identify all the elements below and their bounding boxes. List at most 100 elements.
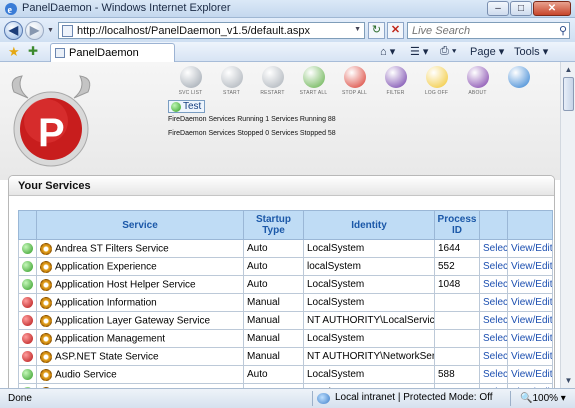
stop-button[interactable]: ✕ — [387, 22, 404, 39]
service-name: Audio Service — [55, 369, 117, 380]
select-link[interactable]: Select — [479, 311, 508, 330]
view-edit-link-label[interactable]: View/Edit — [511, 315, 552, 326]
select-link[interactable]: Select — [479, 329, 508, 348]
home-icon[interactable]: ⌂ ▾ — [380, 45, 395, 58]
server-test-link[interactable]: Test — [168, 100, 206, 113]
print-icon[interactable]: ⎙ ▾ — [440, 45, 456, 58]
filter-icon — [384, 66, 407, 88]
startup-type: Manual — [243, 293, 304, 312]
process-id — [434, 347, 480, 366]
tab-paneldaemon[interactable]: PanelDaemon — [50, 43, 175, 62]
restart-button[interactable]: RESTART — [252, 66, 293, 96]
status-running-icon — [22, 278, 33, 290]
view-edit-link[interactable]: View/Edit — [507, 365, 553, 384]
select-link-label[interactable]: Select — [483, 333, 507, 344]
stats-running: FireDaemon Services Running 1 Services R… — [168, 116, 336, 123]
maximize-button[interactable]: □ — [510, 1, 532, 16]
select-link-label[interactable]: Select — [483, 297, 507, 308]
select-link-label[interactable]: Select — [483, 369, 507, 380]
select-link[interactable]: Select — [479, 257, 508, 276]
favorites-star-icon[interactable]: ★ — [8, 44, 20, 60]
tools-menu[interactable]: Tools ▾ — [514, 45, 548, 58]
select-link[interactable]: Select — [479, 365, 508, 384]
view-edit-link[interactable]: View/Edit — [507, 311, 553, 330]
view-edit-link[interactable]: View/Edit — [507, 239, 553, 258]
scroll-up-icon[interactable]: ▲ — [562, 63, 575, 76]
service-cell: Application Information — [36, 293, 244, 312]
select-link[interactable]: Select — [479, 239, 508, 258]
column-header-identity[interactable]: Identity — [303, 210, 435, 240]
view-edit-link-label[interactable]: View/Edit — [511, 243, 552, 254]
startup-type: Manual — [243, 329, 304, 348]
chevron-down-icon[interactable]: ▼ — [354, 26, 361, 33]
identity: LocalSystem — [303, 275, 435, 294]
view-edit-link[interactable]: View/Edit — [507, 293, 553, 312]
feeds-icon[interactable]: ☰ ▾ — [410, 45, 428, 58]
filter-button[interactable]: FILTER — [375, 66, 416, 96]
users-button[interactable] — [498, 66, 539, 96]
address-bar: ◀ ▶ ▼ http://localhost/PanelDaemon_v1.5/… — [0, 18, 575, 42]
log-off-button[interactable]: LOG OFF — [416, 66, 457, 96]
close-button[interactable]: ✕ — [533, 1, 571, 16]
column-header-startup[interactable]: Startup Type — [243, 210, 304, 240]
column-header-service[interactable]: Service — [36, 210, 244, 240]
service-name: Application Management — [55, 333, 166, 344]
select-link-label[interactable]: Select — [483, 243, 507, 254]
stop-all-button[interactable]: STOP ALL — [334, 66, 375, 96]
start-button[interactable]: START — [211, 66, 252, 96]
paneldaemon-logo: P — [11, 75, 91, 167]
start-icon — [220, 66, 243, 88]
add-favorite-icon[interactable]: ✚ — [28, 44, 38, 58]
vertical-scrollbar[interactable]: ▲ ▼ — [560, 62, 575, 388]
start-all-button[interactable]: START ALL — [293, 66, 334, 96]
page-menu[interactable]: Page ▾ — [470, 45, 504, 58]
view-edit-link-label[interactable]: View/Edit — [511, 333, 552, 344]
about-button[interactable]: ABOUT — [457, 66, 498, 96]
select-link[interactable]: Select — [479, 347, 508, 366]
app-toolbar: SVC LIST START RESTART START ALL STOP ALL FIL… — [170, 66, 539, 96]
select-link-label[interactable]: Select — [483, 315, 507, 326]
view-edit-link[interactable]: View/Edit — [507, 275, 553, 294]
minimize-button[interactable]: – — [487, 1, 509, 16]
status-stopped-icon — [22, 350, 33, 362]
security-zone[interactable]: Local intranet | Protected Mode: Off — [317, 392, 493, 404]
start-all-icon — [302, 66, 325, 88]
service-gear-icon — [40, 260, 52, 273]
view-edit-link-label[interactable]: View/Edit — [511, 351, 552, 362]
view-edit-link-label[interactable]: View/Edit — [511, 261, 552, 272]
view-edit-link-label[interactable]: View/Edit — [511, 297, 552, 308]
identity: localSystem — [303, 257, 435, 276]
status-running-icon — [22, 260, 33, 272]
view-edit-link[interactable]: View/Edit — [507, 347, 553, 366]
select-link[interactable]: Select — [479, 293, 508, 312]
table-row: Application Experience Auto localSystem 552… — [18, 257, 553, 276]
forward-button[interactable]: ▶ — [25, 21, 44, 40]
status-cell — [18, 311, 37, 330]
column-header-select — [479, 210, 508, 240]
zoom-level[interactable]: 🔍100% ▾ — [520, 393, 566, 404]
recent-pages-dropdown[interactable]: ▼ — [47, 27, 54, 34]
column-header-process-id[interactable]: Process ID — [434, 210, 480, 240]
scroll-thumb[interactable] — [563, 77, 574, 111]
url-field[interactable]: http://localhost/PanelDaemon_v1.5/defaul… — [58, 22, 365, 39]
table-row: Application Host Helper Service Auto Local… — [18, 275, 553, 294]
select-link-label[interactable]: Select — [483, 261, 507, 272]
back-button[interactable]: ◀ — [4, 21, 23, 40]
scroll-down-icon[interactable]: ▼ — [562, 374, 575, 387]
select-link[interactable]: Select — [479, 275, 508, 294]
refresh-button[interactable]: ↻ — [368, 22, 385, 39]
select-link-label[interactable]: Select — [483, 351, 507, 362]
svc-list-label: SVC LIST — [178, 90, 203, 96]
select-link-label[interactable]: Select — [483, 279, 507, 290]
view-edit-link-label[interactable]: View/Edit — [511, 279, 552, 290]
svc-list-button[interactable]: SVC LIST — [170, 66, 211, 96]
view-edit-link-label[interactable]: View/Edit — [511, 369, 552, 380]
view-edit-link[interactable]: View/Edit — [507, 257, 553, 276]
search-icon[interactable]: ⚲ — [559, 24, 567, 37]
startup-type: Auto — [243, 365, 304, 384]
view-edit-link[interactable]: View/Edit — [507, 329, 553, 348]
column-header-view — [507, 210, 553, 240]
back-arrow-icon: ◀ — [8, 23, 19, 37]
page-icon — [55, 48, 65, 58]
search-input[interactable] — [408, 23, 548, 38]
